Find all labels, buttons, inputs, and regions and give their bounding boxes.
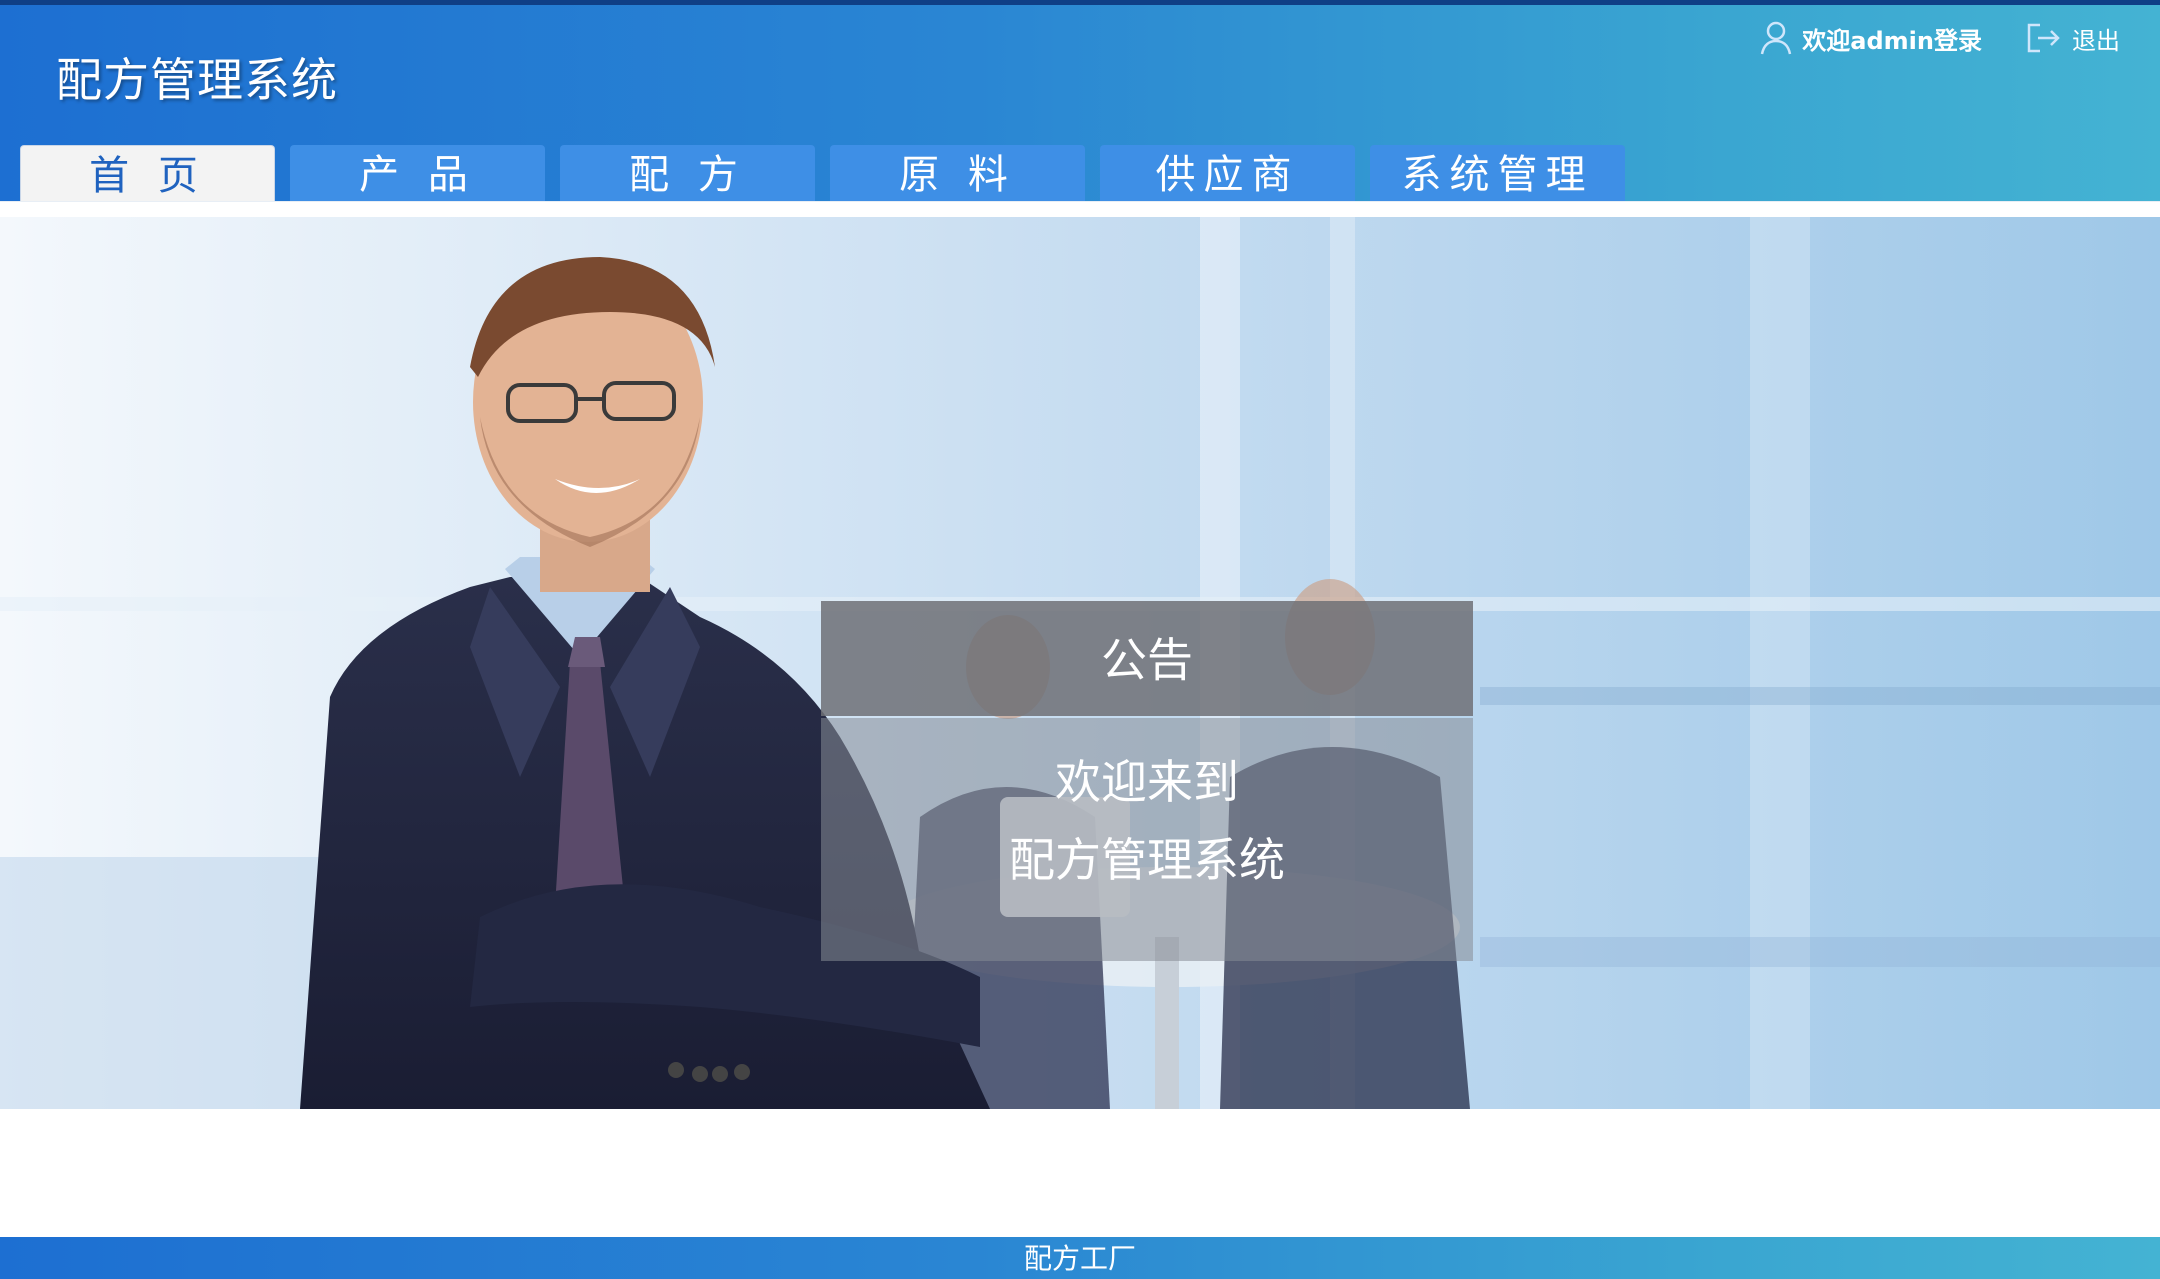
tab-system-admin[interactable]: 系统管理 xyxy=(1370,145,1625,201)
tab-suppliers[interactable]: 供应商 xyxy=(1100,145,1355,201)
app-title: 配方管理系统 xyxy=(56,53,338,107)
user-area: 欢迎admin登录 退出 xyxy=(1760,20,2120,56)
notice-line-2: 配方管理系统 xyxy=(1009,833,1285,887)
footer-text: 配方工厂 xyxy=(1023,1242,1136,1275)
tab-products[interactable]: 产 品 xyxy=(290,145,545,201)
tab-home[interactable]: 首 页 xyxy=(20,145,275,201)
welcome-text: 欢迎admin登录 xyxy=(1802,26,1982,55)
notice-line-1: 欢迎来到 xyxy=(1055,755,1239,809)
page-footer: 配方工厂 xyxy=(0,1237,2160,1279)
app-header: 配方管理系统 欢迎admin登录 退出 首 页 产 品 配 方 原 料 供应商 … xyxy=(0,0,2160,201)
header-top-border xyxy=(0,0,2160,5)
main-nav: 首 页 产 品 配 方 原 料 供应商 系统管理 xyxy=(20,145,1625,201)
hero-banner: 公告 欢迎来到 配方管理系统 xyxy=(0,217,2160,1109)
logout-link[interactable]: 退出 xyxy=(2072,21,2120,56)
notice-title: 公告 xyxy=(821,601,1473,716)
tab-materials[interactable]: 原 料 xyxy=(830,145,1085,201)
tab-formulas[interactable]: 配 方 xyxy=(560,145,815,201)
logout-icon[interactable] xyxy=(2026,22,2062,54)
page: 配方管理系统 欢迎admin登录 退出 首 页 产 品 配 方 原 料 供应商 … xyxy=(0,0,2160,1279)
nav-separator xyxy=(0,201,2160,218)
user-icon xyxy=(1760,20,1792,56)
notice-panel: 公告 欢迎来到 配方管理系统 xyxy=(821,601,1473,961)
notice-body: 欢迎来到 配方管理系统 xyxy=(821,718,1473,961)
